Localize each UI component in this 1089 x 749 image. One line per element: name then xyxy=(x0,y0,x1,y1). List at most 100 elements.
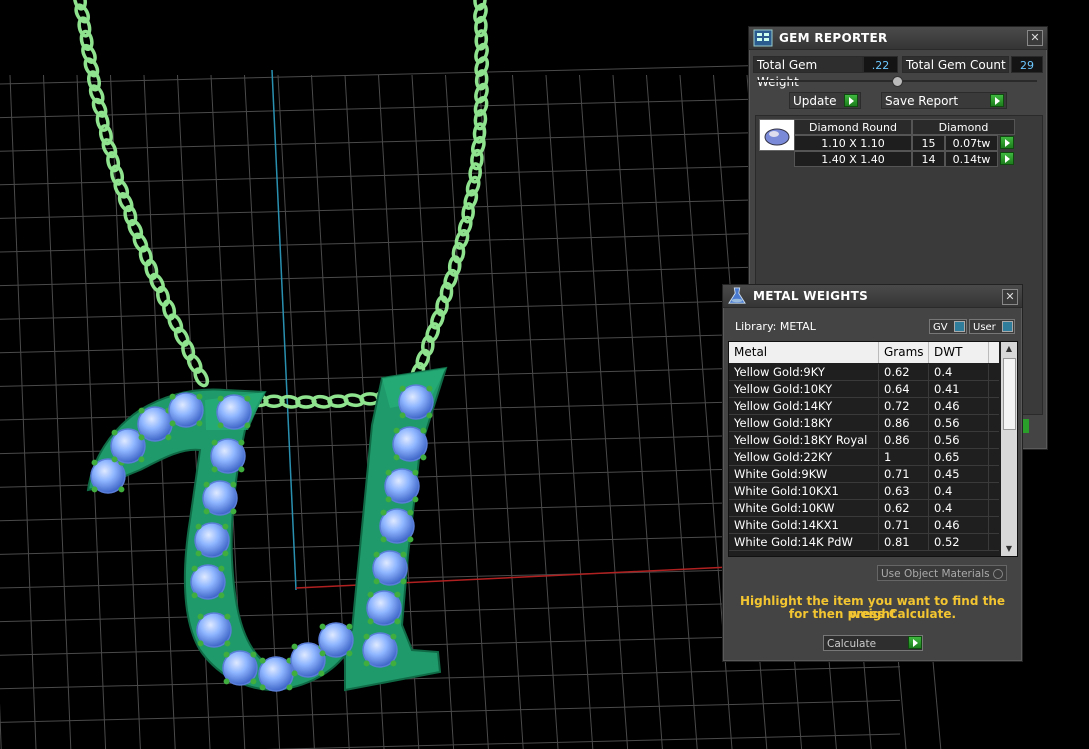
cell-metal: White Gold:14K PdW xyxy=(729,534,879,550)
table-row[interactable]: Yellow Gold:18KY 0.86 0.56 xyxy=(729,415,999,432)
splitter-knob-icon[interactable] xyxy=(892,76,903,87)
cell-grams: 0.64 xyxy=(879,381,929,397)
cell-metal: Yellow Gold:18KY xyxy=(729,415,879,431)
scroll-down-arrow-icon[interactable]: ▼ xyxy=(1001,542,1017,556)
gem-reporter-green-edge xyxy=(1023,419,1029,433)
cell-grams: 0.72 xyxy=(879,398,929,414)
column-header-dwt[interactable]: DWT xyxy=(929,342,989,363)
prong xyxy=(169,420,176,427)
prong xyxy=(291,643,298,650)
user-indicator-icon xyxy=(1002,321,1013,332)
column-header-metal[interactable]: Metal xyxy=(729,342,879,363)
table-row[interactable]: Yellow Gold:10KY 0.64 0.41 xyxy=(729,381,999,398)
prong xyxy=(420,427,427,434)
prong xyxy=(412,496,419,503)
close-icon[interactable]: ✕ xyxy=(1027,30,1043,46)
metal-table-scrollbar[interactable]: ▲ ▼ xyxy=(1001,342,1017,556)
cell-dwt: 0.65 xyxy=(929,449,989,465)
use-object-materials-toggle[interactable]: Use Object Materials xyxy=(877,565,1007,581)
prong xyxy=(238,439,245,446)
gem-row-play-icon[interactable] xyxy=(1000,152,1014,165)
close-icon[interactable]: ✕ xyxy=(1002,289,1018,305)
cell-metal: Yellow Gold:22KY xyxy=(729,449,879,465)
metal-weights-titlebar[interactable]: METAL WEIGHTS ✕ xyxy=(723,285,1022,308)
table-row[interactable]: Yellow Gold:14KY 0.72 0.46 xyxy=(729,398,999,415)
gem-size: 1.40 X 1.40 xyxy=(794,151,912,167)
prong xyxy=(373,551,380,558)
prong xyxy=(197,613,204,620)
cell-dwt: 0.46 xyxy=(929,398,989,414)
metal-weights-title: METAL WEIGHTS xyxy=(753,289,869,303)
user-toggle[interactable]: User xyxy=(969,319,1015,334)
cell-dwt: 0.4 xyxy=(929,364,989,380)
prong xyxy=(244,395,251,402)
prong xyxy=(380,509,387,516)
prong xyxy=(203,508,210,515)
library-label: Library: METAL xyxy=(735,320,816,333)
cell-grams: 0.86 xyxy=(879,415,929,431)
column-header-grams[interactable]: Grams xyxy=(879,342,929,363)
cell-grams: 0.71 xyxy=(879,466,929,482)
cell-metal: Yellow Gold:18KY Royal xyxy=(729,432,879,448)
prong xyxy=(399,412,406,419)
gem-reporter-titlebar[interactable]: GEM REPORTER ✕ xyxy=(749,27,1047,50)
prong xyxy=(400,578,407,585)
prong xyxy=(118,486,125,493)
prong xyxy=(138,407,145,414)
save-report-button[interactable]: Save Report xyxy=(881,92,1007,109)
gem-count: 15 xyxy=(912,135,945,151)
prong xyxy=(111,429,118,436)
metal-table[interactable]: Metal Grams DWT Yellow Gold:9KY 0.62 0.4 Ye… xyxy=(728,341,1018,557)
prong xyxy=(218,565,225,572)
scroll-up-arrow-icon[interactable]: ▲ xyxy=(1001,342,1017,356)
gem-row-play-icon[interactable] xyxy=(1000,136,1014,149)
cell-dwt: 0.41 xyxy=(929,381,989,397)
update-play-icon[interactable] xyxy=(844,94,858,107)
prong xyxy=(223,678,230,685)
save-report-play-icon[interactable] xyxy=(990,94,1004,107)
gem-reporter-title: GEM REPORTER xyxy=(779,31,888,45)
prong xyxy=(319,650,326,657)
total-gem-weight-value: .22 xyxy=(863,56,898,73)
prong xyxy=(363,633,370,640)
cell-dwt: 0.4 xyxy=(929,483,989,499)
table-row[interactable]: White Gold:10KW 0.62 0.4 xyxy=(729,500,999,517)
prong xyxy=(373,578,380,585)
prong xyxy=(259,657,266,664)
scroll-thumb[interactable] xyxy=(1003,358,1016,430)
prong xyxy=(385,469,392,476)
prong xyxy=(318,670,325,677)
instruction-line-2: for then press Calculate. xyxy=(788,607,957,621)
prong xyxy=(195,523,202,530)
diamond-round-gem-icon[interactable] xyxy=(759,119,795,151)
prong xyxy=(91,459,98,466)
table-row[interactable]: White Gold:14KX1 0.71 0.46 xyxy=(729,517,999,534)
cell-metal: White Gold:10KW xyxy=(729,500,879,516)
cell-grams: 0.63 xyxy=(879,483,929,499)
prong xyxy=(380,536,387,543)
update-label: Update xyxy=(793,94,837,108)
table-row[interactable]: Yellow Gold:18KY Royal 0.86 0.56 xyxy=(729,432,999,449)
gem-reporter-icon xyxy=(753,29,773,47)
prong xyxy=(191,592,198,599)
use-object-materials-radio-icon xyxy=(993,569,1003,579)
prong xyxy=(195,550,202,557)
save-report-label: Save Report xyxy=(885,94,959,108)
prong xyxy=(399,385,406,392)
prong xyxy=(367,618,374,625)
table-row[interactable]: Yellow Gold:9KY 0.62 0.4 xyxy=(729,364,999,381)
prong xyxy=(319,623,326,630)
cell-metal: White Gold:10KX1 xyxy=(729,483,879,499)
gem-weight: 0.14tw xyxy=(945,151,998,167)
cell-metal: Yellow Gold:14KY xyxy=(729,398,879,414)
calculate-play-icon[interactable] xyxy=(908,636,922,649)
prong xyxy=(390,660,397,667)
gv-toggle[interactable]: GV xyxy=(929,319,967,334)
gem-weight: 0.07tw xyxy=(945,135,998,151)
table-row[interactable]: White Gold:10KX1 0.63 0.4 xyxy=(729,483,999,500)
table-row[interactable]: White Gold:9KW 0.71 0.45 xyxy=(729,466,999,483)
table-row[interactable]: White Gold:14K PdW 0.81 0.52 xyxy=(729,534,999,551)
prong xyxy=(138,456,145,463)
cell-grams: 0.71 xyxy=(879,517,929,533)
table-row[interactable]: Yellow Gold:22KY 1 0.65 xyxy=(729,449,999,466)
